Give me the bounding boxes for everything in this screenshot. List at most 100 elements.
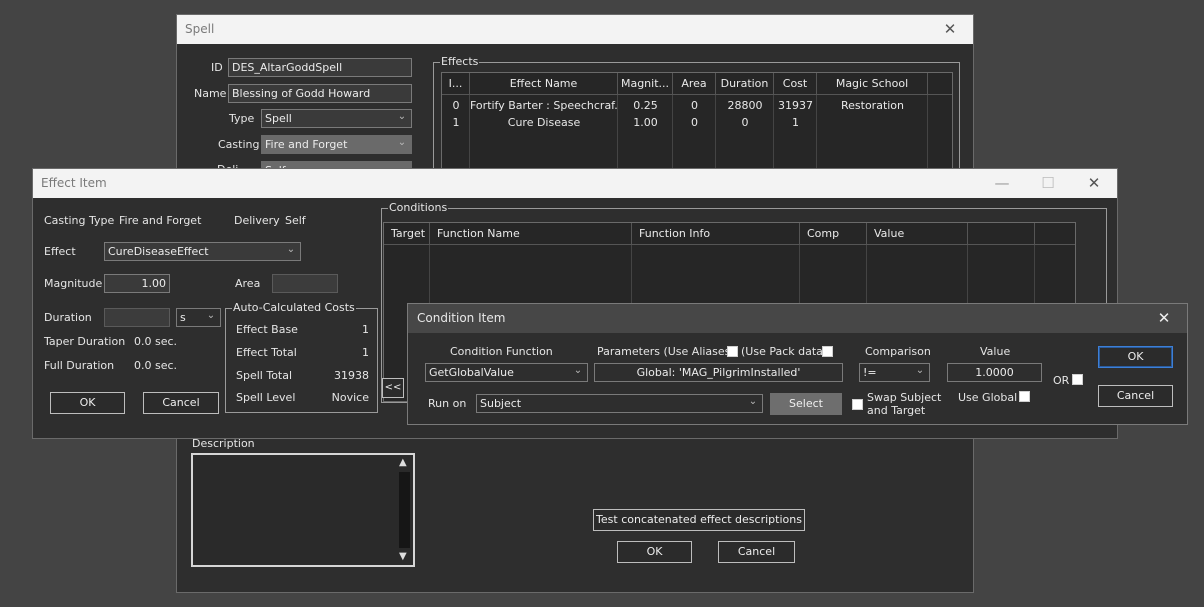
effect-cancel-button[interactable]: Cancel xyxy=(143,392,219,414)
effect-item-title: Effect Item xyxy=(41,176,107,190)
spell-total-value: 31938 xyxy=(334,369,369,382)
magnitude-field[interactable]: 1.00 xyxy=(104,274,170,293)
costs-group: Auto-Calculated Costs Effect Base 1 Effe… xyxy=(225,301,378,413)
conditions-col-extra-1[interactable] xyxy=(968,223,1035,245)
condition-item-title: Condition Item xyxy=(417,311,506,325)
conditions-col-extra-2[interactable] xyxy=(1035,223,1075,245)
effects-group-title: Effects xyxy=(440,55,480,68)
conditions-col-function-name[interactable]: Function Name xyxy=(430,223,632,245)
chevron-down-icon: ⌄ xyxy=(397,137,407,148)
duration-field[interactable] xyxy=(104,308,170,327)
conditions-col-value[interactable]: Value xyxy=(867,223,968,245)
parameter-field[interactable]: Global: 'MAG_PilgrimInstalled' xyxy=(594,363,843,382)
full-duration-value: 0.0 sec. xyxy=(134,359,178,372)
taper-duration-value: 0.0 sec. xyxy=(134,335,178,348)
use-global-checkbox[interactable] xyxy=(1019,391,1030,402)
area-field[interactable] xyxy=(272,274,338,293)
maximize-icon[interactable]: ☐ xyxy=(1025,169,1071,198)
effects-col-school[interactable]: Magic School xyxy=(817,73,928,95)
effect-ok-button[interactable]: OK xyxy=(50,392,125,414)
scrollbar-track[interactable] xyxy=(399,472,410,548)
effect-item-titlebar: Effect Item — ☐ ✕ xyxy=(33,169,1117,198)
condition-cancel-button[interactable]: Cancel xyxy=(1098,385,1173,407)
effects-col-duration[interactable]: Duration xyxy=(716,73,774,95)
use-global-label: Use Global xyxy=(958,391,1018,404)
spell-cancel-button[interactable]: Cancel xyxy=(718,541,795,563)
spell-titlebar: Spell ✕ xyxy=(177,15,973,44)
effect-select[interactable]: CureDiseaseEffect ⌄ xyxy=(104,242,301,261)
chevron-down-icon: ⌄ xyxy=(748,396,758,407)
test-descriptions-button[interactable]: Test concatenated effect descriptions xyxy=(593,509,805,531)
effects-col-cost[interactable]: Cost xyxy=(774,73,817,95)
conditions-group-title: Conditions xyxy=(388,201,449,214)
run-on-label: Run on xyxy=(428,397,467,410)
minimize-icon[interactable]: — xyxy=(979,169,1025,198)
effects-col-area[interactable]: Area xyxy=(673,73,716,95)
name-field[interactable]: Blessing of Godd Howard xyxy=(228,84,412,103)
collapse-button[interactable]: << xyxy=(382,378,404,398)
casting-type-value: Fire and Forget xyxy=(119,214,202,227)
condition-item-window: Condition Item ✕ Condition Function GetG… xyxy=(407,303,1188,425)
conditions-col-target[interactable]: Target xyxy=(384,223,430,245)
effect-school xyxy=(817,116,928,131)
value-field[interactable]: 1.0000 xyxy=(947,363,1042,382)
effect-duration: 28800 xyxy=(727,99,763,112)
effects-col-filler xyxy=(928,73,952,95)
use-pack-checkbox[interactable] xyxy=(822,346,833,357)
duration-unit-select[interactable]: s ⌄ xyxy=(176,308,221,327)
value-label: Value xyxy=(980,345,1011,358)
type-label: Type xyxy=(229,112,255,125)
chevron-down-icon: ⌄ xyxy=(915,365,925,376)
chevron-down-icon[interactable]: ▼ xyxy=(399,551,407,562)
effect-area: 0 xyxy=(691,116,698,129)
description-textarea[interactable]: ▲ ▼ xyxy=(191,453,415,567)
casting-select[interactable]: Fire and Forget ⌄ xyxy=(261,135,412,154)
effects-list[interactable]: I... Effect Name Magnit... Area Duration… xyxy=(441,72,953,178)
or-checkbox[interactable] xyxy=(1072,374,1083,385)
swap-subject-checkbox[interactable] xyxy=(852,399,863,410)
close-icon[interactable]: ✕ xyxy=(1141,304,1187,333)
effect-select-value: CureDiseaseEffect xyxy=(108,245,209,258)
chevron-down-icon: ⌄ xyxy=(286,244,296,255)
table-row[interactable]: 0 Fortify Barter : Speechcraf... 0.25 0 … xyxy=(442,99,952,114)
effect-name: Cure Disease xyxy=(507,116,581,129)
type-select-value: Spell xyxy=(265,112,292,125)
use-pack-label: (Use Pack data) xyxy=(741,345,828,358)
close-icon[interactable]: ✕ xyxy=(1071,169,1117,198)
condition-ok-button[interactable]: OK xyxy=(1098,346,1173,368)
effect-name: Fortify Barter : Speechcraf... xyxy=(470,99,618,112)
conditions-col-comp[interactable]: Comp xyxy=(800,223,867,245)
close-icon[interactable]: ✕ xyxy=(927,15,973,44)
casting-type-label: Casting Type xyxy=(44,214,115,227)
full-duration-label: Full Duration xyxy=(44,359,115,372)
spell-level-value: Novice xyxy=(331,391,369,404)
description-scrollbar[interactable]: ▲ ▼ xyxy=(396,455,413,565)
spell-window-title: Spell xyxy=(185,22,215,36)
run-on-value: Subject xyxy=(480,397,522,410)
effects-col-index[interactable]: I... xyxy=(442,73,470,95)
comparison-value: != xyxy=(863,366,877,379)
duration-unit-value: s xyxy=(180,311,186,324)
spell-total-label: Spell Total xyxy=(236,369,293,382)
or-label: OR xyxy=(1053,374,1070,387)
type-select[interactable]: Spell ⌄ xyxy=(261,109,412,128)
comparison-select[interactable]: != ⌄ xyxy=(859,363,930,382)
id-label: ID xyxy=(211,61,223,74)
table-row[interactable]: 1 Cure Disease 1.00 0 0 1 xyxy=(442,116,952,131)
use-aliases-checkbox[interactable] xyxy=(727,346,738,357)
effects-col-magnitude[interactable]: Magnit... xyxy=(618,73,673,95)
effect-total-value: 1 xyxy=(362,346,369,359)
spell-level-label: Spell Level xyxy=(236,391,296,404)
condition-function-select[interactable]: GetGlobalValue ⌄ xyxy=(425,363,588,382)
run-on-select[interactable]: Subject ⌄ xyxy=(476,394,763,413)
select-button[interactable]: Select xyxy=(770,393,842,415)
spell-ok-button[interactable]: OK xyxy=(617,541,692,563)
effect-duration: 0 xyxy=(741,116,749,129)
chevron-up-icon[interactable]: ▲ xyxy=(399,457,407,468)
id-field[interactable]: DES_AltarGoddSpell xyxy=(228,58,412,77)
conditions-col-function-info[interactable]: Function Info xyxy=(632,223,800,245)
condition-function-value: GetGlobalValue xyxy=(429,366,514,379)
effect-area: 0 xyxy=(691,99,698,112)
effect-base-value: 1 xyxy=(362,323,369,336)
effects-col-name[interactable]: Effect Name xyxy=(470,73,618,95)
